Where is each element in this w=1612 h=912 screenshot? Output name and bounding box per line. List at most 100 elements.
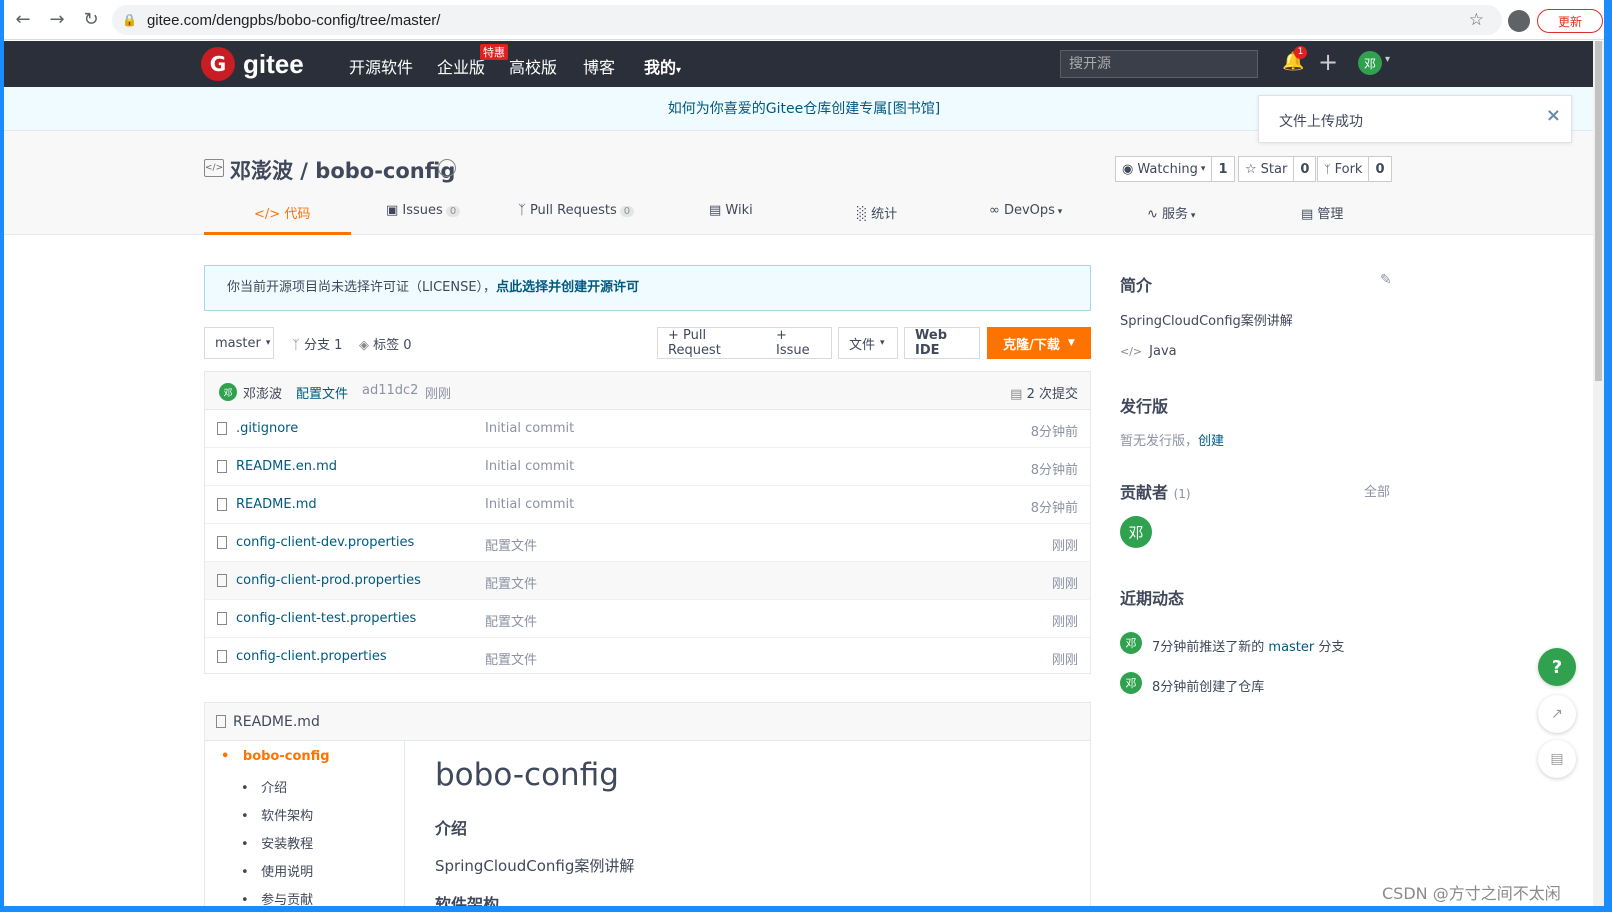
update-button[interactable]: 更新 xyxy=(1537,9,1603,33)
toc-item[interactable]: • 介绍 xyxy=(241,777,287,796)
file-name[interactable]: .gitignore xyxy=(236,421,298,436)
clone-download-button[interactable]: 克隆/下载 ▼ xyxy=(987,327,1091,359)
nav-enterprise[interactable]: 企业版 xyxy=(437,54,485,78)
toc-item[interactable]: • 软件架构 xyxy=(241,805,313,824)
license-link[interactable]: 点此选择并创建开源许可 xyxy=(496,280,639,295)
profile-icon[interactable] xyxy=(1508,10,1530,32)
file-name[interactable]: config-client.properties xyxy=(236,649,387,664)
star-button[interactable]: ☆ Star 0 xyxy=(1238,156,1317,182)
edit-icon[interactable]: ✎ xyxy=(1380,272,1392,288)
plus-icon[interactable]: + xyxy=(1318,48,1338,76)
commit-author-avatar[interactable]: 邓 xyxy=(219,383,237,401)
file-name[interactable]: README.md xyxy=(236,497,317,512)
reload-icon[interactable]: ↻ xyxy=(76,5,106,35)
page-scrollbar[interactable] xyxy=(1593,41,1604,906)
fork-button[interactable]: ᛉ Fork 0 xyxy=(1317,156,1392,182)
url-text[interactable]: gitee.com/dengpbs/bobo-config/tree/maste… xyxy=(147,12,441,29)
branch-select[interactable]: master ▾ xyxy=(204,327,274,359)
back-icon[interactable]: ← xyxy=(8,5,38,35)
bookmark-star-icon[interactable]: ☆ xyxy=(1469,10,1484,30)
language[interactable]: </> Java xyxy=(1120,344,1177,359)
commit-count[interactable]: ▤ 2 次提交 xyxy=(1010,383,1078,402)
close-icon[interactable]: × xyxy=(1546,105,1561,126)
file-commit-message[interactable]: 配置文件 xyxy=(485,611,537,630)
file-commit-message[interactable]: Initial commit xyxy=(485,497,574,512)
tab-stats[interactable]: ░ 统计 xyxy=(857,203,897,222)
web-ide-button[interactable]: Web IDE xyxy=(904,327,980,359)
tab-issues-count: 0 xyxy=(445,206,461,217)
watching-button[interactable]: ◉ Watching ▾ 1 xyxy=(1115,156,1235,182)
nav-open-source[interactable]: 开源软件 xyxy=(349,54,413,78)
tab-pull-requests[interactable]: ᛉ Pull Requests 0 xyxy=(518,203,635,218)
file-commit-message[interactable]: Initial commit xyxy=(485,421,574,436)
scrollbar-thumb[interactable] xyxy=(1595,41,1602,381)
nav-university[interactable]: 高校版 xyxy=(509,54,557,78)
file-name[interactable]: config-client-test.properties xyxy=(236,611,416,626)
file-commit-message[interactable]: 配置文件 xyxy=(485,649,537,668)
toc-item[interactable]: • 参与贡献 xyxy=(241,889,313,906)
toc-item[interactable]: • 安装教程 xyxy=(241,833,313,852)
file-commit-message[interactable]: 配置文件 xyxy=(485,573,537,592)
toc-label: 介绍 xyxy=(261,781,288,796)
tab-code[interactable]: </> 代码 xyxy=(254,203,310,222)
contributor-avatar[interactable]: 邓 xyxy=(1120,516,1152,548)
toc-item[interactable]: • 使用说明 xyxy=(241,861,313,880)
clone-label: 克隆/下载 xyxy=(1003,337,1060,353)
search-input[interactable]: 搜开源 xyxy=(1060,50,1258,78)
gitee-logo-icon: G xyxy=(201,47,235,81)
file-commit-message[interactable]: Initial commit xyxy=(485,459,574,474)
file-name[interactable]: config-client-dev.properties xyxy=(236,535,414,550)
chart-icon: ░ xyxy=(857,207,872,222)
tab-services[interactable]: ∿ 服务 ▾ xyxy=(1147,203,1195,222)
badge-icon[interactable] xyxy=(438,159,456,177)
contributors-all-link[interactable]: 全部 xyxy=(1364,481,1390,500)
tab-issues[interactable]: ▣ Issues 0 xyxy=(386,203,461,218)
file-menu[interactable]: 文件 ▾ xyxy=(838,327,898,359)
share-icon[interactable]: ↗ xyxy=(1538,695,1576,733)
commit-time: 刚刚 xyxy=(425,387,452,402)
tab-manage[interactable]: ▤ 管理 xyxy=(1301,203,1343,222)
file-row[interactable]: config-client-test.properties 配置文件 刚刚 xyxy=(205,600,1090,638)
commit-author[interactable]: 邓澎波 xyxy=(243,383,282,402)
file-name[interactable]: config-client-prod.properties xyxy=(236,573,421,588)
file-row[interactable]: .gitignore Initial commit 8分钟前 xyxy=(205,410,1090,448)
file-time: 刚刚 xyxy=(1051,653,1078,668)
file-name[interactable]: README.en.md xyxy=(236,459,337,474)
file-row[interactable]: README.en.md Initial commit 8分钟前 xyxy=(205,448,1090,486)
upload-toast: 文件上传成功 × xyxy=(1258,95,1572,143)
toast-message: 文件上传成功 xyxy=(1279,114,1363,130)
activity-avatar[interactable]: 邓 xyxy=(1120,632,1142,654)
chevron-down-icon[interactable]: ▾ xyxy=(1385,54,1390,65)
watching-count: 1 xyxy=(1218,161,1228,177)
user-avatar[interactable]: 邓 xyxy=(1358,51,1382,75)
tab-wiki[interactable]: ▤ Wiki xyxy=(709,203,753,218)
activity-branch-link[interactable]: master xyxy=(1268,640,1314,655)
nav-blog[interactable]: 博客 xyxy=(583,54,615,78)
file-row[interactable]: config-client-dev.properties 配置文件 刚刚 xyxy=(205,524,1090,562)
help-button[interactable]: ? xyxy=(1538,648,1576,686)
branch-label: master xyxy=(215,335,261,351)
nav-mine[interactable]: 我的▾ xyxy=(644,54,681,78)
toc-item[interactable]: • bobo-config xyxy=(221,749,330,764)
address-bar[interactable]: 🔒 gitee.com/dengpbs/bobo-config/tree/mas… xyxy=(112,5,1502,35)
file-row[interactable]: README.md Initial commit 8分钟前 xyxy=(205,486,1090,524)
forward-icon[interactable]: → xyxy=(42,5,72,35)
repo-title[interactable]: 邓澎波 / bobo-config xyxy=(230,155,455,185)
tags-link[interactable]: ◈ 标签 0 xyxy=(359,334,412,353)
release-create-link[interactable]: 创建 xyxy=(1198,434,1224,449)
gitee-logo[interactable]: G gitee xyxy=(201,47,304,81)
branches-count: 分支 1 xyxy=(303,338,343,353)
file-row[interactable]: config-client.properties 配置文件 刚刚 xyxy=(205,638,1090,676)
pull-request-button[interactable]: + Pull Request xyxy=(657,327,767,359)
branches-link[interactable]: ᛉ 分支 1 xyxy=(292,334,342,353)
issue-button[interactable]: + Issue xyxy=(766,327,832,359)
commit-hash[interactable]: ad11dc2 xyxy=(362,383,418,398)
activity-item: 8分钟前创建了仓库 xyxy=(1152,676,1264,695)
tab-devops[interactable]: ∞ DevOps ▾ xyxy=(989,203,1062,218)
comment-icon[interactable]: ▤ xyxy=(1538,740,1576,778)
caret-down-icon: ▾ xyxy=(1188,211,1196,221)
commit-message[interactable]: 配置文件 xyxy=(296,383,348,402)
activity-avatar[interactable]: 邓 xyxy=(1120,672,1142,694)
file-commit-message[interactable]: 配置文件 xyxy=(485,535,537,554)
file-row[interactable]: config-client-prod.properties 配置文件 刚刚 xyxy=(205,562,1090,600)
